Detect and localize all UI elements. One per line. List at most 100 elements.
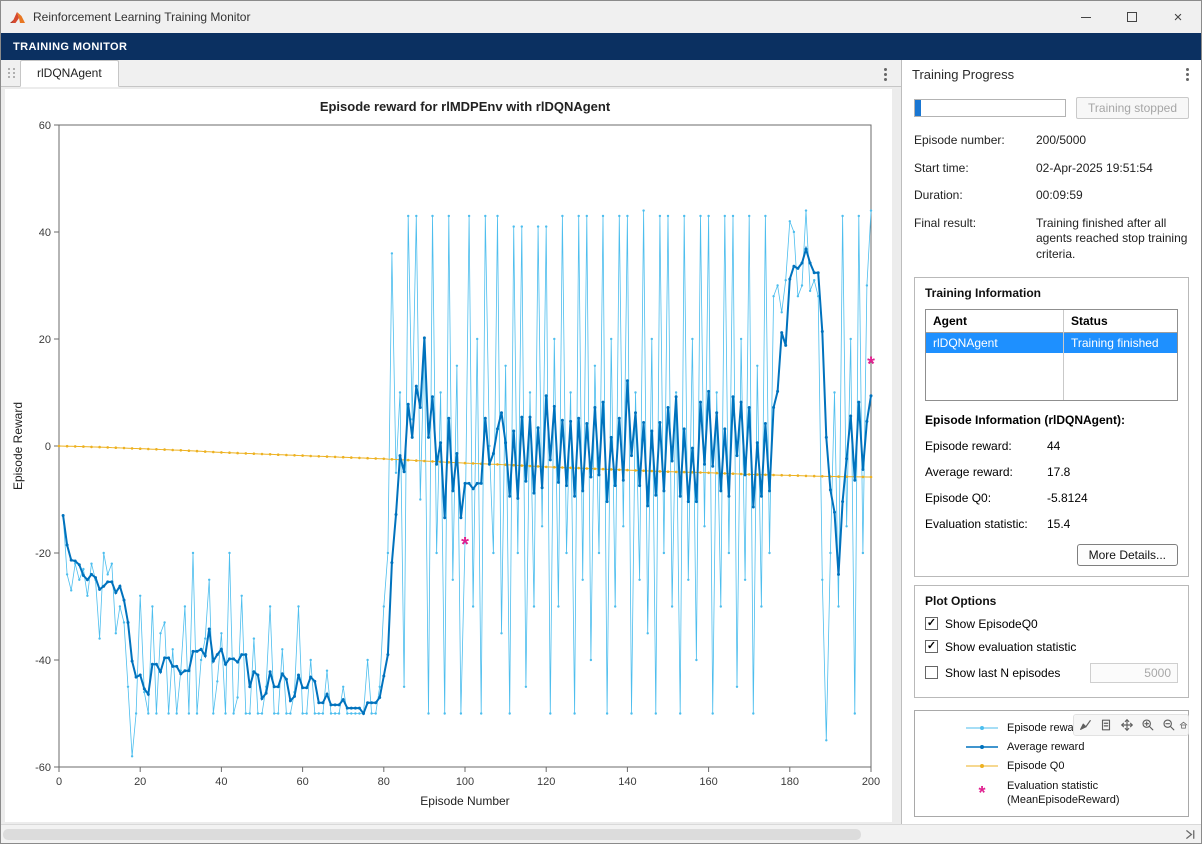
training-progress-panel: Training Progress Training stopped Episo…	[902, 60, 1201, 824]
svg-text:-20: -20	[35, 548, 51, 560]
table-row-status[interactable]: Training finished	[1064, 333, 1177, 353]
column-header-status: Status	[1064, 310, 1177, 333]
field-label: Start time:	[914, 161, 1036, 177]
minimize-icon	[1081, 17, 1091, 18]
zoom-out-icon[interactable]	[1158, 715, 1179, 735]
field-value: 200/5000	[1036, 133, 1189, 149]
field-value: 00:09:59	[1036, 188, 1189, 204]
chart-canvas[interactable]: 0 20 40 60 80 100 120 140 160 180 200 -60 -40 -20 0 20 4…	[5, 89, 892, 822]
panel-kebab-icon[interactable]	[1182, 66, 1193, 83]
field-label: Average reward:	[925, 465, 1047, 479]
svg-text:20: 20	[134, 776, 146, 788]
legend-label: Evaluation statistic	[1007, 780, 1098, 792]
svg-text:40: 40	[39, 227, 51, 239]
field-value: 17.8	[1047, 465, 1178, 479]
matlab-logo-icon	[9, 10, 26, 25]
field-label: Episode number:	[914, 133, 1036, 149]
svg-text:40: 40	[215, 776, 227, 788]
checkbox-label: Show EpisodeQ0	[945, 617, 1038, 631]
training-stopped-button[interactable]: Training stopped	[1076, 97, 1189, 119]
episode-info-title: Episode Information (rlDQNAgent):	[925, 413, 1178, 427]
svg-text:20: 20	[39, 334, 51, 346]
svg-text:140: 140	[618, 776, 636, 788]
svg-text:100: 100	[456, 776, 474, 788]
legend-item-average-reward: Average reward	[915, 741, 1182, 753]
legend-label: Episode reward	[1007, 722, 1083, 734]
panel-body: Training stopped Episode number: 200/500…	[902, 88, 1201, 824]
chart-legend: Episode reward Average reward Episode Q0	[914, 710, 1189, 818]
training-progress-bar	[914, 99, 1066, 117]
maximize-button[interactable]	[1109, 1, 1155, 33]
svg-text:*: *	[867, 354, 875, 376]
app-window: Reinforcement Learning Training Monitor …	[0, 0, 1202, 844]
document-tab-bar: rlDQNAgent	[1, 60, 901, 87]
svg-text:60: 60	[296, 776, 308, 788]
restore-view-icon[interactable]	[1179, 715, 1188, 735]
field-value: 44	[1047, 439, 1178, 453]
legend-label: Episode Q0	[1007, 760, 1064, 772]
legend-item-evaluation-statistic: * Evaluation statistic (MeanEpisodeRewar…	[915, 779, 1182, 808]
episode-reward-chart: 0 20 40 60 80 100 120 140 160 180 200 -60 -40 -20 0 20 4…	[9, 91, 892, 817]
n-episodes-input[interactable]	[1090, 663, 1178, 683]
agent-status-table: Agent rlDQNAgent Status Training finishe…	[925, 309, 1178, 401]
group-title: Plot Options	[925, 594, 1178, 608]
progress-row: Training stopped	[914, 97, 1189, 119]
legend-sample-line	[965, 723, 999, 733]
plot-options-group: Plot Options Show EpisodeQ0 Show evaluat…	[914, 585, 1189, 698]
svg-text:*: *	[461, 534, 469, 556]
svg-text:Episode Number: Episode Number	[420, 794, 509, 808]
close-icon: ×	[1174, 10, 1183, 25]
checkbox-show-last-n-episodes[interactable]	[925, 666, 938, 679]
figure-area: 0 20 40 60 80 100 120 140 160 180 200 -60 -40 -20 0 20 4…	[1, 87, 901, 824]
title-bar: Reinforcement Learning Training Monitor …	[1, 1, 1201, 33]
run-info: Episode number: 200/5000 Start time: 02-…	[914, 133, 1189, 263]
legend-label: Average reward	[1007, 741, 1084, 753]
export-icon[interactable]	[1095, 715, 1116, 735]
training-information-group: Training Information Agent rlDQNAgent St…	[914, 277, 1189, 577]
checkbox-show-episodeq0[interactable]	[925, 617, 938, 630]
close-button[interactable]: ×	[1155, 1, 1201, 33]
checkbox-show-evaluation-statistic[interactable]	[925, 640, 938, 653]
horizontal-scrollbar[interactable]	[3, 829, 861, 840]
field-value: Training finished after all agents reach…	[1036, 216, 1189, 263]
minimize-button[interactable]	[1063, 1, 1109, 33]
svg-text:60: 60	[39, 120, 51, 132]
legend-label: (MeanEpisodeReward)	[1007, 794, 1120, 806]
document-area: rlDQNAgent 020406080100120140160180200-6…	[1, 60, 902, 824]
pan-icon[interactable]	[1116, 715, 1137, 735]
svg-text:-60: -60	[35, 762, 51, 774]
window-controls: ×	[1063, 1, 1201, 33]
episode-info: Episode reward: 44 Average reward: 17.8 …	[925, 439, 1178, 531]
svg-text:120: 120	[537, 776, 555, 788]
zoom-in-icon[interactable]	[1137, 715, 1158, 735]
panel-header: Training Progress	[902, 60, 1201, 88]
field-label: Episode Q0:	[925, 491, 1047, 505]
field-label: Evaluation statistic:	[925, 517, 1047, 531]
more-details-button[interactable]: More Details...	[1077, 544, 1178, 566]
axes-toolbar	[1073, 714, 1189, 736]
field-value: 15.4	[1047, 517, 1178, 531]
tab-grip-icon	[1, 68, 20, 86]
svg-text:-40: -40	[35, 655, 51, 667]
svg-text:Episode Reward: Episode Reward	[11, 402, 25, 490]
svg-text:200: 200	[862, 776, 880, 788]
bottom-bar	[1, 824, 1201, 843]
legend-sample-line	[965, 761, 999, 771]
tab-training-monitor[interactable]: TRAINING MONITOR	[1, 41, 139, 53]
svg-text:0: 0	[56, 776, 62, 788]
toolstrip: TRAINING MONITOR	[1, 33, 1201, 60]
maximize-icon	[1127, 12, 1137, 22]
table-row-agent[interactable]: rlDQNAgent	[926, 333, 1063, 353]
window-title: Reinforcement Learning Training Monitor	[33, 10, 250, 24]
tab-rldqnagent[interactable]: rlDQNAgent	[20, 60, 119, 87]
brush-icon[interactable]	[1074, 715, 1095, 735]
svg-text:0: 0	[45, 441, 51, 453]
document-kebab-icon[interactable]	[880, 66, 891, 83]
checkbox-label: Show last N episodes	[945, 666, 1060, 680]
field-value: -5.8124	[1047, 491, 1178, 505]
svg-text:80: 80	[378, 776, 390, 788]
svg-text:160: 160	[699, 776, 717, 788]
svg-text:180: 180	[781, 776, 799, 788]
collapse-panel-icon[interactable]	[1184, 828, 1197, 841]
panel-title: Training Progress	[912, 67, 1014, 82]
